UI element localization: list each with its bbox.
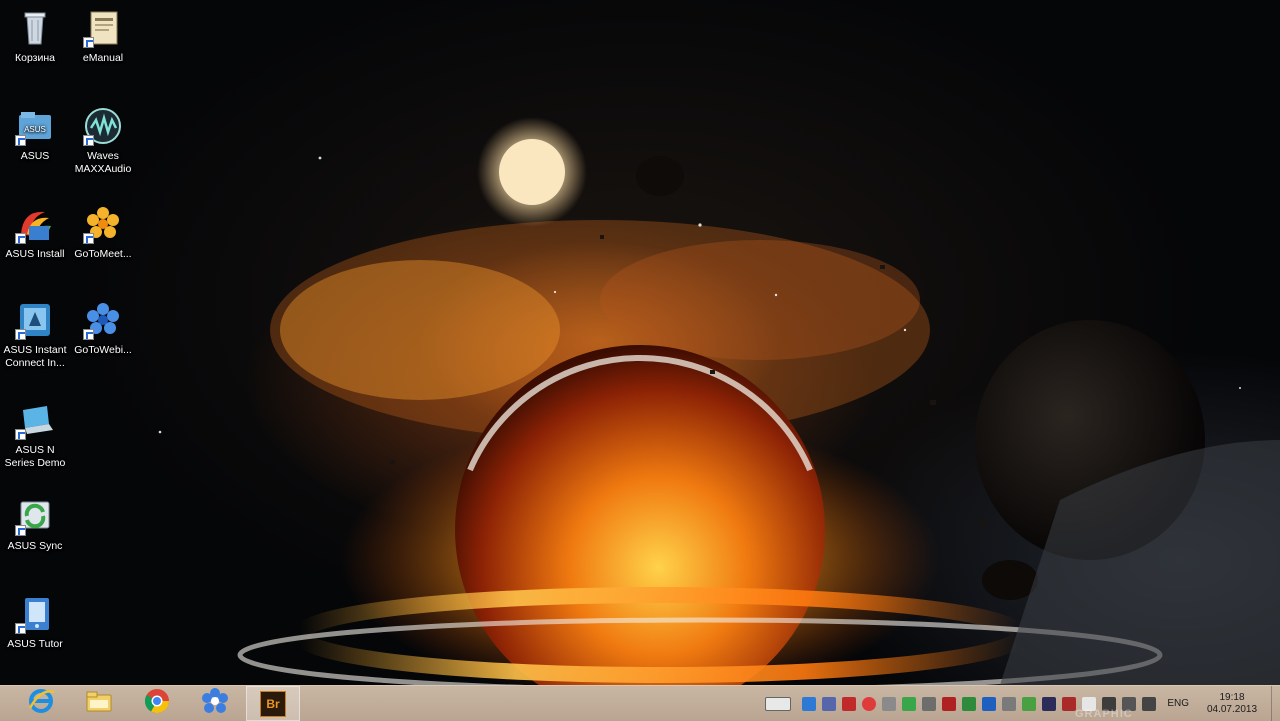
action-center-flag-icon[interactable] [1142,696,1157,711]
desktop-icon-label: GoToWebi... [74,344,132,356]
clock-time: 19:18 [1219,691,1245,703]
video-watermark: GRAPHIC [1075,708,1133,720]
power-tray-icon[interactable] [882,696,897,711]
shortcut-arrow-icon [15,623,26,634]
system-tray: ENG 19:18 04.07.2013 [765,686,1280,721]
antivirus-tray-icon[interactable] [862,696,877,711]
security-tray-icon[interactable] [842,696,857,711]
asus-install-icon [15,204,55,244]
gotomeeting-tray-icon[interactable] [802,696,817,711]
shortcut-arrow-icon [15,135,26,146]
printer-tray-icon[interactable] [922,696,937,711]
desktop-icon-recycle-bin[interactable]: Корзина [0,8,70,65]
taskbar-chrome[interactable] [130,686,184,721]
desktop-icon-label: Waves MAXXAudio [74,150,132,175]
desktop-icon-emanual[interactable]: eManual [68,8,138,65]
shortcut-arrow-icon [83,233,94,244]
emanual-icon [83,8,123,48]
desktop-icon-label: ASUS [20,150,50,162]
folder-icon [84,686,114,721]
asus-n-series-demo-icon [15,400,55,440]
shortcut-arrow-icon [15,429,26,440]
desktop-icon-label: ASUS N Series Demo [4,444,66,469]
taskbar-adobe-bridge[interactable]: Br [246,686,300,721]
shortcut-arrow-icon [15,525,26,536]
gotowebinar-icon [83,300,123,340]
desktop-icon-label: ASUS Sync [7,540,63,552]
gotomeeting-icon [200,686,230,721]
battery-icon[interactable] [1022,696,1037,711]
desktop-icon-label: eManual [82,52,124,64]
desktop-icon-waves-maxxaudio[interactable]: Waves MAXXAudio [68,106,138,176]
desktop-icon-asus-tutor[interactable]: ASUS Tutor [0,594,70,651]
monitor-tray-icon[interactable] [1042,696,1057,711]
gotomeeting-icon [83,204,123,244]
desktop-icon-gotomeeting[interactable]: GoToMeet... [68,204,138,261]
desktop-icon-asus-instant-connect[interactable]: ASUS Instant Connect In... [0,300,70,370]
clock-date: 04.07.2013 [1206,703,1258,715]
network-agent-tray-icon[interactable] [822,696,837,711]
desktop-icon-label: ASUS Tutor [7,638,63,650]
desktop-icon-asus-install[interactable]: ASUS Install [0,204,70,261]
shortcut-arrow-icon [83,329,94,340]
desktop-icon-label: ASUS Install [5,248,65,260]
desktop-icon-asus-n-series-demo[interactable]: ASUS N Series Demo [0,400,70,470]
shortcut-arrow-icon [15,233,26,244]
asus-folder-icon: ASUS [15,106,55,146]
asus-tutor-icon [15,594,55,634]
chrome-icon [142,686,172,721]
sync-tray-icon[interactable] [902,696,917,711]
desktop-icon-label: ASUS Instant Connect In... [3,344,67,369]
asus-sync-icon [15,496,55,536]
desktop-icon-gotowebinar[interactable]: GoToWebi... [68,300,138,357]
taskbar-gotomeeting[interactable] [188,686,242,721]
desktop-icon-asus[interactable]: ASUS ASUS [0,106,70,163]
recycle-bin-icon [15,8,55,48]
update-tray-icon[interactable] [942,696,957,711]
taskbar-internet-explorer[interactable] [14,686,68,721]
asus-instant-connect-icon [15,300,55,340]
bluetooth-icon[interactable] [982,696,997,711]
wallpaper-art [158,117,1280,685]
taskbar-file-explorer[interactable] [72,686,126,721]
shortcut-arrow-icon [83,37,94,48]
desktop-wallpaper [0,0,1280,685]
waves-maxxaudio-icon [83,106,123,146]
input-language-indicator[interactable]: ENG [1167,698,1189,709]
desktop-icon-label: GoToMeet... [74,248,132,260]
touch-keyboard-icon[interactable] [765,696,792,711]
shortcut-arrow-icon [15,329,26,340]
desktop-icon-asus-sync[interactable]: ASUS Sync [0,496,70,553]
adobe-bridge-icon: Br [260,690,286,717]
internet-explorer-icon [26,686,56,721]
display-tray-icon[interactable] [1002,696,1017,711]
shortcut-arrow-icon [83,135,94,146]
svg-text:ASUS: ASUS [24,125,46,134]
desktop-icon-label: Корзина [15,52,55,64]
show-desktop-button[interactable] [1271,686,1280,721]
status-tray-icon[interactable] [962,696,977,711]
taskbar-clock[interactable]: 19:18 04.07.2013 [1197,692,1267,716]
